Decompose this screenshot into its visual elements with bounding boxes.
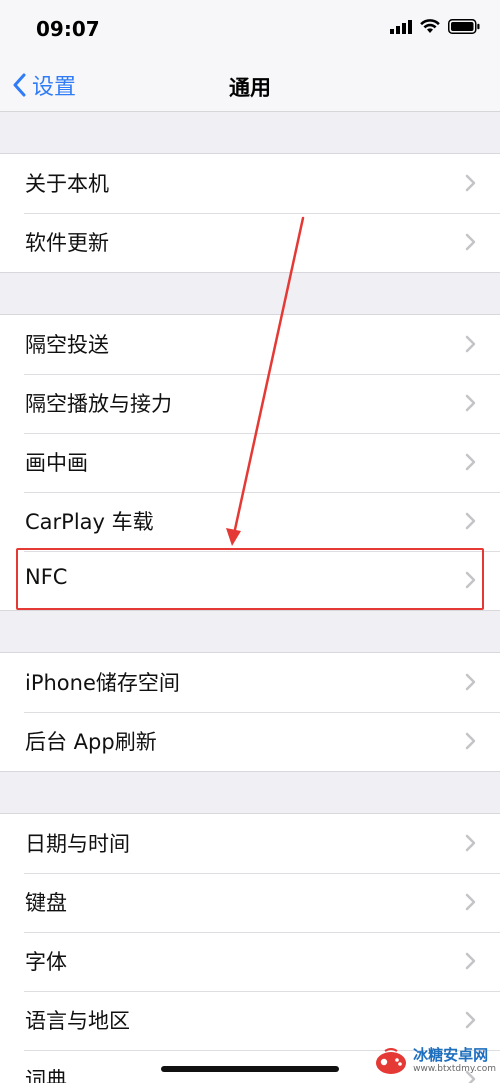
list-item-fonts[interactable]: 字体 (0, 932, 500, 991)
list-item-label: NFC (25, 565, 68, 589)
chevron-right-icon (465, 1070, 476, 1083)
list-item-label: 键盘 (25, 891, 67, 915)
settings-group-about: 关于本机 软件更新 (0, 153, 500, 273)
list-item-label: iPhone储存空间 (25, 671, 180, 695)
status-time: 09:07 (36, 17, 100, 41)
list-item-iphone-storage[interactable]: iPhone储存空间 (0, 653, 500, 712)
chevron-right-icon (465, 335, 476, 353)
chevron-right-icon (465, 673, 476, 691)
list-item-background-app-refresh[interactable]: 后台 App刷新 (0, 712, 500, 771)
list-item-label: 软件更新 (25, 231, 109, 255)
chevron-right-icon (465, 952, 476, 970)
list-item-label: 字体 (25, 950, 67, 974)
list-item-label: 隔空播放与接力 (25, 392, 172, 416)
list-item-label: CarPlay 车载 (25, 510, 154, 534)
list-item-keyboard[interactable]: 键盘 (0, 873, 500, 932)
list-item-picture-in-picture[interactable]: 画中画 (0, 433, 500, 492)
status-bar: 09:07 (0, 0, 500, 60)
chevron-right-icon (465, 174, 476, 192)
chevron-right-icon (465, 1011, 476, 1029)
wifi-icon (420, 19, 440, 33)
settings-group-storage: iPhone储存空间 后台 App刷新 (0, 652, 500, 772)
list-item-airplay-handoff[interactable]: 隔空播放与接力 (0, 374, 500, 433)
settings-group-connectivity: 隔空投送 隔空播放与接力 画中画 CarPlay 车载 NFC (0, 314, 500, 611)
list-item-label: 日期与时间 (25, 832, 130, 856)
chevron-right-icon (465, 233, 476, 251)
chevron-right-icon (465, 893, 476, 911)
signal-icon (390, 19, 412, 34)
list-item-about[interactable]: 关于本机 (0, 154, 500, 213)
list-item-label: 关于本机 (25, 172, 109, 196)
settings-group-locale: 日期与时间 键盘 字体 语言与地区 词典 (0, 813, 500, 1083)
list-item-carplay[interactable]: CarPlay 车载 (0, 492, 500, 551)
list-item-label: 词典 (25, 1068, 67, 1083)
list-item-label: 隔空投送 (25, 333, 109, 357)
home-indicator (161, 1066, 339, 1072)
chevron-right-icon (465, 512, 476, 530)
list-item-language-region[interactable]: 语言与地区 (0, 991, 500, 1050)
chevron-right-icon (465, 834, 476, 852)
list-item-nfc[interactable]: NFC (0, 551, 500, 610)
page-title: 通用 (229, 76, 271, 100)
list-item-airdrop[interactable]: 隔空投送 (0, 315, 500, 374)
chevron-right-icon (465, 453, 476, 471)
list-item-date-time[interactable]: 日期与时间 (0, 814, 500, 873)
status-icons (390, 19, 480, 34)
nav-bar: 设置 通用 (0, 60, 500, 112)
list-item-label: 画中画 (25, 451, 88, 475)
list-item-software-update[interactable]: 软件更新 (0, 213, 500, 272)
battery-icon (448, 19, 480, 34)
chevron-right-icon (465, 394, 476, 412)
list-item-label: 语言与地区 (25, 1009, 130, 1033)
chevron-right-icon (465, 732, 476, 750)
list-item-label: 后台 App刷新 (25, 730, 157, 754)
chevron-right-icon (465, 571, 476, 589)
